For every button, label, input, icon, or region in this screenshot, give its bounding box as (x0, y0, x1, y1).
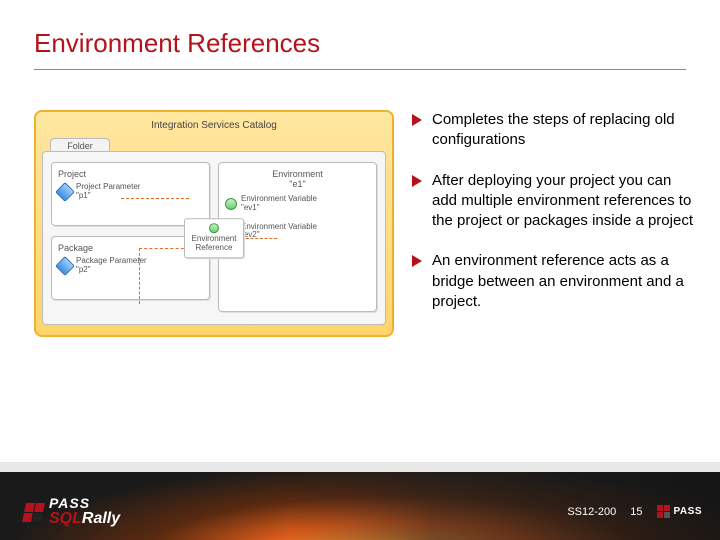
bullet-text: Completes the steps of replacing old con… (432, 110, 696, 151)
brand-logo: PASS SQLRally (24, 496, 120, 528)
slide-number: 15 (630, 506, 642, 518)
bullet-item: After deploying your project you can add… (412, 171, 696, 232)
connector-line (139, 248, 140, 304)
footer-right: SS12-200 15 PASS (567, 505, 702, 518)
bullet-text: After deploying your project you can add… (432, 171, 696, 232)
logo-squares-icon (22, 503, 45, 522)
circle-icon (225, 198, 237, 210)
diamond-icon (55, 182, 75, 202)
brand-pass: PASS (49, 496, 120, 510)
folder-tab: Folder (50, 138, 110, 152)
package-param-name: "p2" (76, 266, 147, 275)
env-var-1: Environment Variable "ev1" (225, 195, 370, 213)
bullets-column: Completes the steps of replacing old con… (412, 110, 696, 337)
mini-brand-text: PASS (674, 506, 703, 517)
env-var1-name: "ev1" (241, 204, 317, 213)
logo-squares-icon (657, 505, 670, 518)
triangle-bullet-icon (412, 114, 422, 126)
slide-code: SS12-200 (567, 506, 616, 518)
footer: PASS SQLRally SS12-200 15 PASS (0, 462, 720, 540)
connector-line (241, 238, 277, 239)
connector-line (139, 248, 189, 249)
project-box: Project Project Parameter "p1" (51, 162, 210, 226)
bullet-item: Completes the steps of replacing old con… (412, 110, 696, 151)
bullet-item: An environment reference acts as a bridg… (412, 251, 696, 312)
diagram-column: Integration Services Catalog Folder Proj… (34, 110, 394, 337)
triangle-bullet-icon (412, 255, 422, 267)
triangle-bullet-icon (412, 175, 422, 187)
diamond-icon (55, 256, 75, 276)
catalog-title: Integration Services Catalog (42, 118, 386, 137)
env-ref-box: Environment Reference (184, 218, 244, 258)
env-ref-label: Environment Reference (192, 234, 237, 252)
connector-line (121, 198, 189, 199)
project-title: Project (58, 169, 203, 179)
bullet-text: An environment reference acts as a bridg… (432, 251, 696, 312)
env-title: Environment "e1" (225, 169, 370, 189)
circle-icon (209, 223, 219, 233)
folder-box: Project Project Parameter "p1" Package (42, 151, 386, 325)
logo-text: PASS SQLRally (49, 496, 120, 528)
content-area: Integration Services Catalog Folder Proj… (0, 70, 720, 337)
mini-brand: PASS (657, 505, 703, 518)
slide-title: Environment References (0, 0, 720, 65)
project-param-name: "p1" (76, 192, 140, 201)
brand-sqlrally: SQLRally (49, 510, 120, 527)
catalog-box: Integration Services Catalog Folder Proj… (34, 110, 394, 337)
package-param-item: Package Parameter "p2" (58, 257, 203, 275)
